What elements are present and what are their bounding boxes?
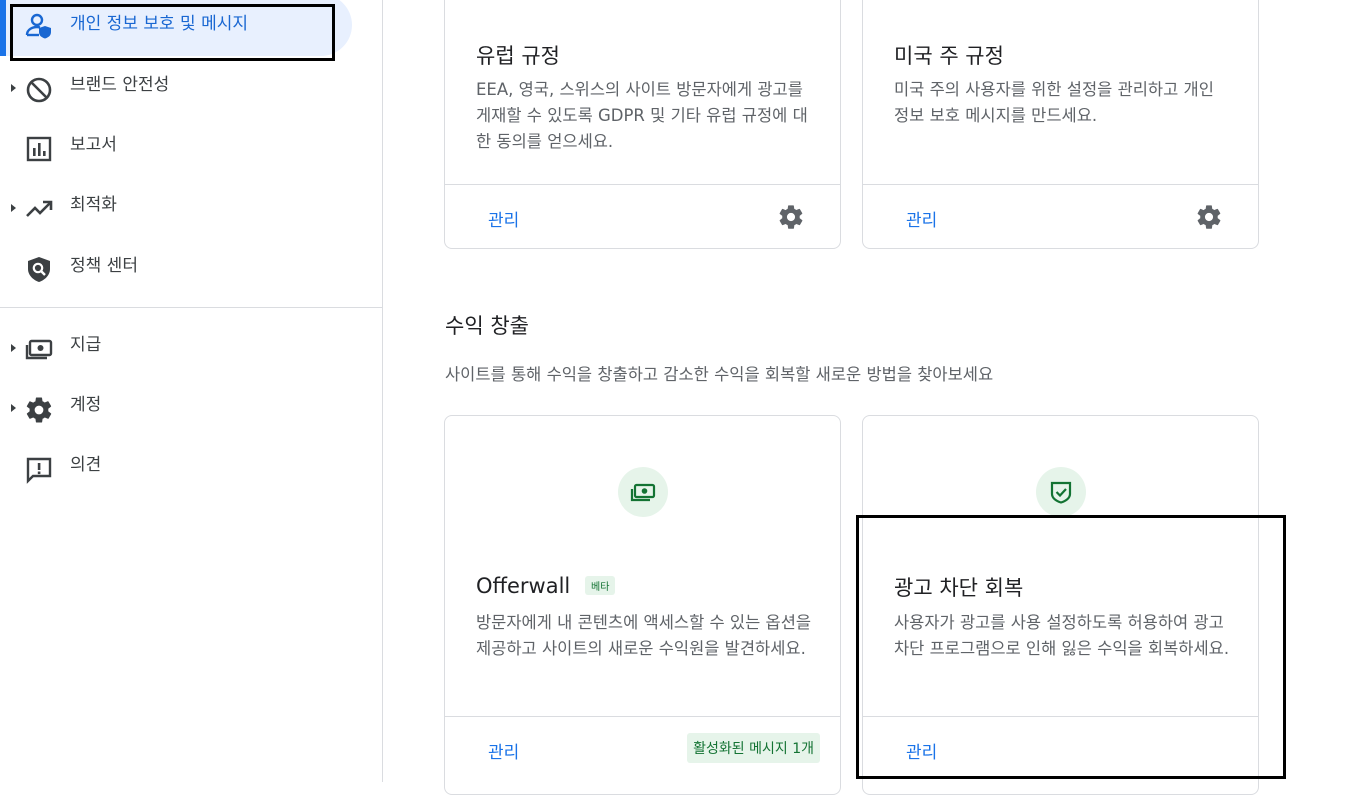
gear-icon[interactable] bbox=[777, 203, 805, 231]
sidebar-item-label: 계정 bbox=[70, 395, 102, 415]
card-description: EEA, 영국, 스위스의 사이트 방문자에게 광고를 게재할 수 있도록 GD… bbox=[476, 80, 808, 151]
payments-icon bbox=[25, 339, 53, 360]
verified-shield-icon bbox=[1035, 467, 1086, 517]
manage-link[interactable]: 관리 bbox=[488, 206, 519, 231]
privacy-messaging-icon bbox=[25, 13, 51, 39]
status-badge: 활성화된 메시지 1개 bbox=[687, 733, 820, 763]
sidebar-item-feedback[interactable]: 의견 bbox=[0, 442, 383, 494]
policy-shield-icon bbox=[28, 257, 50, 282]
sidebar-item-privacy-messaging[interactable]: 개인 정보 보호 및 메시지 bbox=[0, 0, 383, 56]
gear-icon[interactable] bbox=[1195, 203, 1223, 231]
expand-caret-icon[interactable] bbox=[11, 84, 16, 92]
feedback-icon bbox=[26, 457, 52, 484]
payments-icon bbox=[617, 467, 668, 517]
sidebar-item-account[interactable]: 계정 bbox=[0, 382, 383, 434]
card-description: 미국 주의 사용자를 위한 설정을 관리하고 개인 정보 보호 메시지를 만드세… bbox=[894, 80, 1214, 125]
gear-icon bbox=[26, 397, 52, 423]
card-description: 방문자에게 내 콘텐츠에 액세스할 수 있는 옵션을 제공하고 사이트의 새로운… bbox=[476, 613, 812, 658]
sidebar-item-policy-center[interactable]: 정책 센터 bbox=[0, 242, 383, 294]
trending-up-icon bbox=[26, 200, 53, 217]
offerwall-card: Offerwall 베타 방문자에게 내 콘텐츠에 액세스할 수 있는 옵션을 … bbox=[444, 415, 841, 795]
manage-link[interactable]: 관리 bbox=[906, 738, 937, 763]
card-title: 미국 주 규정 bbox=[894, 44, 1004, 68]
sidebar-item-optimization[interactable]: 최적화 bbox=[0, 182, 383, 234]
sidebar-item-reports[interactable]: 보고서 bbox=[0, 122, 383, 174]
block-icon bbox=[26, 77, 52, 103]
card-title: 광고 차단 회복 bbox=[894, 576, 1024, 600]
sidebar-item-payments[interactable]: 지급 bbox=[0, 322, 383, 374]
ad-block-recovery-card: 광고 차단 회복 사용자가 광고를 사용 설정하도록 허용하여 광고 차단 프로… bbox=[862, 415, 1259, 795]
sidebar-item-label: 의견 bbox=[70, 455, 102, 475]
manage-link[interactable]: 관리 bbox=[906, 206, 937, 231]
card-divider bbox=[445, 716, 840, 717]
card-divider bbox=[863, 184, 1258, 185]
sidebar-item-label: 최적화 bbox=[70, 195, 117, 215]
sidebar-item-label: 지급 bbox=[70, 335, 102, 355]
sidebar-item-label: 개인 정보 보호 및 메시지 bbox=[70, 14, 249, 34]
sidebar-item-brand-safety[interactable]: 브랜드 안전성 bbox=[0, 62, 383, 114]
card-divider bbox=[863, 716, 1258, 717]
manage-link[interactable]: 관리 bbox=[488, 738, 519, 763]
section-description: 사이트를 통해 수익을 창출하고 감소한 수익을 회복할 새로운 방법을 찾아보… bbox=[445, 365, 994, 384]
sidebar-item-label: 정책 센터 bbox=[70, 256, 138, 276]
expand-caret-icon[interactable] bbox=[11, 204, 16, 212]
sidebar-divider bbox=[0, 307, 383, 308]
card-divider bbox=[445, 184, 840, 185]
expand-caret-icon[interactable] bbox=[11, 344, 16, 352]
us-state-regulations-card: 미국 주 규정 미국 주의 사용자를 위한 설정을 관리하고 개인 정보 보호 … bbox=[862, 0, 1259, 249]
report-chart-icon bbox=[26, 136, 52, 162]
sidebar: 개인 정보 보호 및 메시지 브랜드 안전성 보고서 최적화 정책 센터 지급 … bbox=[0, 0, 383, 782]
sidebar-item-label: 보고서 bbox=[70, 135, 117, 155]
section-title: 수익 창출 bbox=[445, 314, 529, 338]
card-title: Offerwall bbox=[476, 574, 571, 598]
card-title: 유럽 규정 bbox=[476, 44, 560, 68]
beta-badge: 베타 bbox=[585, 576, 616, 595]
card-description: 사용자가 광고를 사용 설정하도록 허용하여 광고 차단 프로그램으로 인해 잃… bbox=[894, 613, 1230, 658]
active-indicator bbox=[0, 0, 6, 56]
expand-caret-icon[interactable] bbox=[11, 404, 16, 412]
sidebar-item-label: 브랜드 안전성 bbox=[70, 75, 170, 95]
eu-regulations-card: 유럽 규정 EEA, 영국, 스위스의 사이트 방문자에게 광고를 게재할 수 … bbox=[444, 0, 841, 249]
